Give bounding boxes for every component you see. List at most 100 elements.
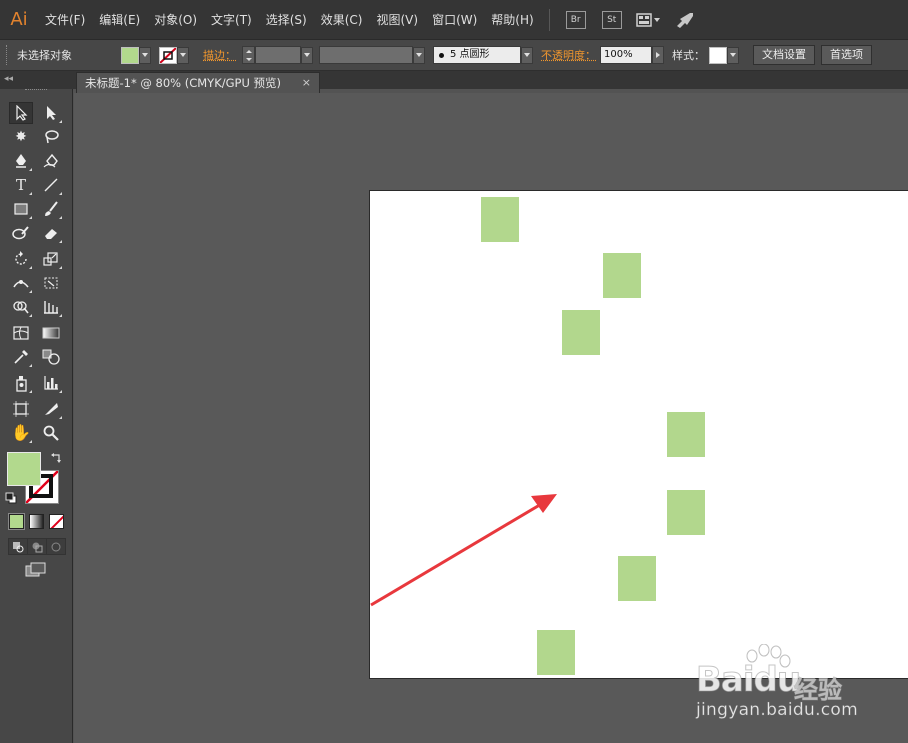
variable-width-field[interactable] xyxy=(319,46,413,64)
green-rectangle-6[interactable] xyxy=(618,556,656,601)
curvature-tool-icon[interactable] xyxy=(39,150,63,172)
eyedropper-tool-icon[interactable] xyxy=(9,346,33,368)
direct-selection-tool-icon[interactable] xyxy=(39,102,63,124)
gradient-tool-icon[interactable] xyxy=(39,322,63,344)
brush-control[interactable]: 5 点圆形 xyxy=(433,46,533,64)
draw-inside-icon[interactable] xyxy=(47,539,65,554)
scale-tool-icon[interactable] xyxy=(39,248,63,270)
stroke-weight-field[interactable] xyxy=(255,46,301,64)
baidu-watermark: Baidu 经验 jingyan.baidu.com xyxy=(695,644,908,728)
menu-view[interactable]: 视图(V) xyxy=(369,0,425,40)
green-rectangle-1[interactable] xyxy=(481,197,519,242)
green-rectangle-2[interactable] xyxy=(603,253,641,298)
variable-width-control[interactable] xyxy=(319,46,425,64)
blend-tool-icon[interactable] xyxy=(39,346,63,368)
zoom-tool-icon[interactable] xyxy=(39,422,63,444)
type-tool-icon[interactable]: T xyxy=(9,174,33,196)
width-tool-icon[interactable] xyxy=(9,272,33,294)
tools-panel: ✸ T ✋ xyxy=(0,89,73,743)
brush-dropdown[interactable] xyxy=(521,46,533,64)
artboard-tool-icon[interactable] xyxy=(9,398,33,420)
stroke-weight-stepper[interactable] xyxy=(242,46,255,64)
style-swatch[interactable] xyxy=(709,46,727,64)
blob-brush-tool-icon[interactable] xyxy=(9,222,33,244)
default-fill-stroke-icon[interactable] xyxy=(5,492,17,507)
selection-tool-icon[interactable] xyxy=(9,102,33,124)
fill-dropdown-arrow[interactable] xyxy=(139,46,151,64)
close-tab-icon[interactable]: × xyxy=(302,76,311,89)
stroke-weight-control[interactable] xyxy=(242,46,313,64)
style-control[interactable] xyxy=(709,46,739,64)
control-bar-grip[interactable] xyxy=(6,45,9,65)
none-mode-button[interactable] xyxy=(49,514,64,529)
stroke-label[interactable]: 描边： xyxy=(203,47,236,63)
hand-tool-icon[interactable]: ✋ xyxy=(9,422,33,444)
shape-builder-tool-icon[interactable] xyxy=(9,296,33,318)
green-rectangle-7[interactable] xyxy=(537,630,575,675)
preferences-button[interactable]: 首选项 xyxy=(821,45,872,65)
watermark-logo: Baidu xyxy=(695,660,801,701)
stroke-dropdown-arrow[interactable] xyxy=(177,46,189,64)
magic-wand-tool-icon[interactable]: ✸ xyxy=(9,126,33,148)
draw-behind-icon[interactable] xyxy=(28,539,47,554)
opacity-label[interactable]: 不透明度： xyxy=(541,47,596,63)
tools-panel-grip[interactable] xyxy=(25,89,47,92)
draw-normal-icon[interactable] xyxy=(9,539,28,554)
perspective-grid-tool-icon[interactable] xyxy=(39,296,63,318)
rocket-icon[interactable] xyxy=(674,11,696,29)
bridge-button[interactable]: Br xyxy=(565,10,586,29)
opacity-control[interactable]: 100% xyxy=(600,46,664,64)
watermark-url: jingyan.baidu.com xyxy=(696,700,858,721)
document-setup-button[interactable]: 文档设置 xyxy=(753,45,815,65)
free-transform-tool-icon[interactable] xyxy=(39,272,63,294)
app-logo: Ai xyxy=(10,9,28,30)
column-graph-tool-icon[interactable] xyxy=(39,372,63,394)
brush-dot-icon xyxy=(439,52,444,58)
style-dropdown[interactable] xyxy=(727,46,739,64)
gradient-mode-button[interactable] xyxy=(29,514,44,529)
stroke-weight-dropdown[interactable] xyxy=(301,46,313,64)
fill-color-control[interactable] xyxy=(121,46,151,64)
brush-label: 5 点圆形 xyxy=(450,49,490,60)
variable-width-dropdown[interactable] xyxy=(413,46,425,64)
brush-field[interactable]: 5 点圆形 xyxy=(433,46,521,64)
green-rectangle-3[interactable] xyxy=(562,310,600,355)
stroke-swatch[interactable] xyxy=(159,46,177,64)
menu-effect[interactable]: 效果(C) xyxy=(314,0,370,40)
eraser-tool-icon[interactable] xyxy=(39,222,63,244)
screen-mode-icon[interactable] xyxy=(25,562,47,581)
swap-fill-stroke-icon[interactable] xyxy=(50,452,62,467)
stock-button[interactable]: St xyxy=(601,10,622,29)
pen-tool-icon[interactable] xyxy=(9,150,33,172)
menu-object[interactable]: 对象(O) xyxy=(147,0,204,40)
fill-swatch[interactable] xyxy=(121,46,139,64)
green-rectangle-5[interactable] xyxy=(667,490,705,535)
mesh-tool-icon[interactable] xyxy=(9,322,33,344)
fill-color-box[interactable] xyxy=(7,452,41,486)
menu-help[interactable]: 帮助(H) xyxy=(484,0,540,40)
stroke-color-control[interactable] xyxy=(159,46,189,64)
paintbrush-tool-icon[interactable] xyxy=(39,198,63,220)
draw-mode-group xyxy=(8,538,66,555)
lasso-tool-icon[interactable] xyxy=(39,126,63,148)
opacity-field[interactable]: 100% xyxy=(600,46,652,64)
symbol-sprayer-tool-icon[interactable] xyxy=(9,372,33,394)
menu-type[interactable]: 文字(T) xyxy=(204,0,259,40)
menu-window[interactable]: 窗口(W) xyxy=(425,0,484,40)
color-mode-button[interactable] xyxy=(8,513,25,530)
rectangle-tool-icon[interactable] xyxy=(9,198,33,220)
menu-select[interactable]: 选择(S) xyxy=(259,0,314,40)
menu-edit[interactable]: 编辑(E) xyxy=(92,0,147,40)
collapse-panels-icon[interactable]: ◂◂ xyxy=(4,74,13,84)
rotate-tool-icon[interactable] xyxy=(9,248,33,270)
line-tool-icon[interactable] xyxy=(39,174,63,196)
control-bar: 未选择对象 描边： 5 点圆形 不透明度： 100% 样式： 文档设置 首选项 xyxy=(0,40,908,71)
menu-file[interactable]: 文件(F) xyxy=(38,0,92,40)
artboard[interactable] xyxy=(369,190,908,679)
menu-bar: Ai 文件(F) 编辑(E) 对象(O) 文字(T) 选择(S) 效果(C) 视… xyxy=(0,0,908,40)
opacity-arrow[interactable] xyxy=(652,46,664,64)
workspace-layout-icon[interactable] xyxy=(635,12,662,28)
slice-tool-icon[interactable] xyxy=(39,398,63,420)
green-rectangle-4[interactable] xyxy=(667,412,705,457)
document-tab[interactable]: 未标题-1* @ 80% (CMYK/GPU 预览) × xyxy=(76,72,320,93)
